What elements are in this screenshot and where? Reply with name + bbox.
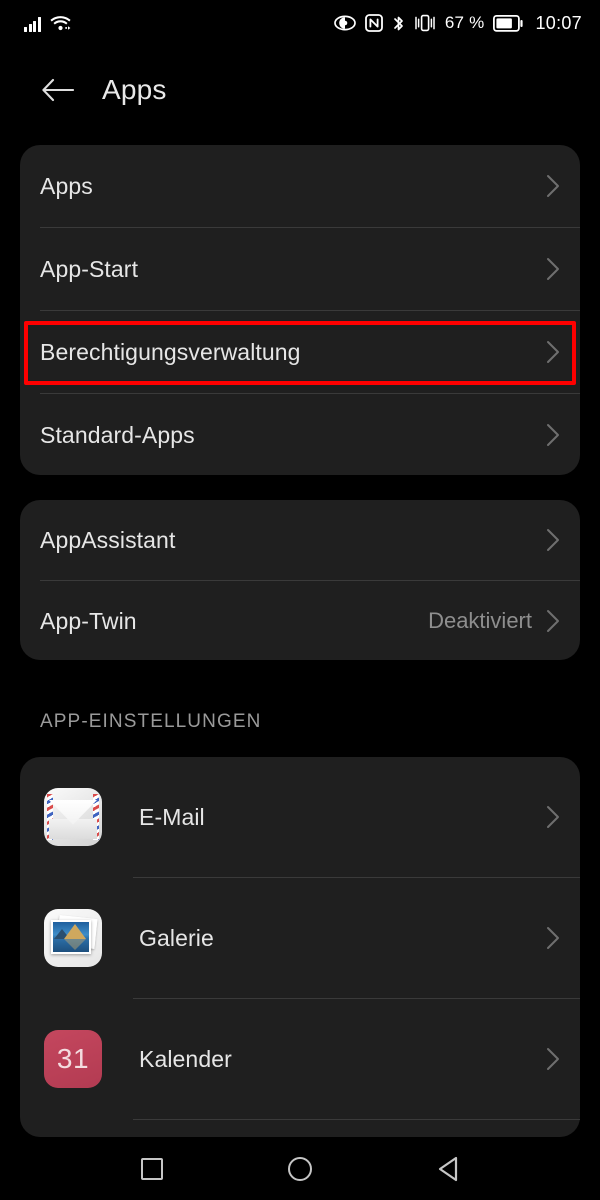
row-label: App-Twin <box>40 607 137 634</box>
row-label: Standard-Apps <box>40 421 195 448</box>
back-triangle-icon[interactable] <box>428 1149 468 1189</box>
settings-row-app-twin[interactable]: App-Twin Deaktiviert <box>20 581 580 661</box>
row-label: Apps <box>40 172 93 199</box>
nfc-icon <box>364 14 383 32</box>
chevron-right-icon <box>547 341 559 363</box>
gallery-app-icon <box>44 909 102 967</box>
mail-app-icon <box>44 788 102 846</box>
app-row-email[interactable]: E-Mail <box>20 757 580 877</box>
settings-card-main: Apps App-Start Berechtigungsverwaltung S… <box>20 145 580 475</box>
system-navigation-bar <box>0 1137 600 1200</box>
page-header: Apps <box>0 60 600 120</box>
chevron-right-icon <box>547 610 559 632</box>
app-label: Kalender <box>139 1045 232 1072</box>
eye-comfort-icon <box>334 15 356 31</box>
settings-row-standard-apps[interactable]: Standard-Apps <box>20 394 580 476</box>
row-label: App-Start <box>40 255 139 282</box>
vibrate-icon <box>415 14 435 32</box>
section-header-app-settings: APP-EINSTELLUNGEN <box>40 711 262 732</box>
wifi-icon <box>49 15 71 30</box>
chevron-right-icon <box>547 175 559 197</box>
chevron-right-icon <box>547 424 559 446</box>
settings-card-assistant: AppAssistant App-Twin Deaktiviert <box>20 500 580 660</box>
status-bar: 67 % 10:07 <box>0 0 600 46</box>
settings-row-apps[interactable]: Apps <box>20 145 580 227</box>
row-value: Deaktiviert <box>428 608 532 633</box>
settings-row-appassistant[interactable]: AppAssistant <box>20 500 580 580</box>
app-settings-card: E-Mail Galerie 31 Kalender <box>20 757 580 1137</box>
status-bar-left <box>24 15 71 32</box>
chevron-right-icon <box>547 258 559 280</box>
back-arrow-icon[interactable] <box>40 75 74 105</box>
calendar-day-number: 31 <box>56 1043 90 1074</box>
home-circle-icon[interactable] <box>280 1149 320 1189</box>
settings-row-app-start[interactable]: App-Start <box>20 228 580 310</box>
battery-icon <box>493 14 524 32</box>
app-row-galerie[interactable]: Galerie <box>20 878 580 998</box>
app-label: E-Mail <box>139 803 205 830</box>
app-row-kalender[interactable]: 31 Kalender <box>20 999 580 1119</box>
chevron-right-icon <box>547 927 559 949</box>
chevron-right-icon <box>547 806 559 828</box>
page-title: Apps <box>102 74 167 105</box>
status-bar-clock: 10:07 <box>535 12 582 33</box>
chevron-right-icon <box>547 1048 559 1070</box>
calendar-app-icon: 31 <box>44 1030 102 1088</box>
phone-screen: 67 % 10:07 Apps Apps App-Start Berechtig… <box>0 0 600 1200</box>
bluetooth-icon <box>394 16 403 30</box>
cellular-signal-icon <box>24 16 41 32</box>
status-bar-right: 67 % 10:07 <box>334 13 582 34</box>
row-label: AppAssistant <box>40 526 176 553</box>
app-label: Galerie <box>139 924 214 951</box>
row-divider <box>133 1119 580 1120</box>
recents-square-icon[interactable] <box>132 1149 172 1189</box>
chevron-right-icon <box>547 529 559 551</box>
settings-row-berechtigungsverwaltung[interactable]: Berechtigungsverwaltung <box>20 311 580 393</box>
row-label: Berechtigungsverwaltung <box>40 338 301 365</box>
battery-percent-label: 67 % <box>444 13 485 32</box>
